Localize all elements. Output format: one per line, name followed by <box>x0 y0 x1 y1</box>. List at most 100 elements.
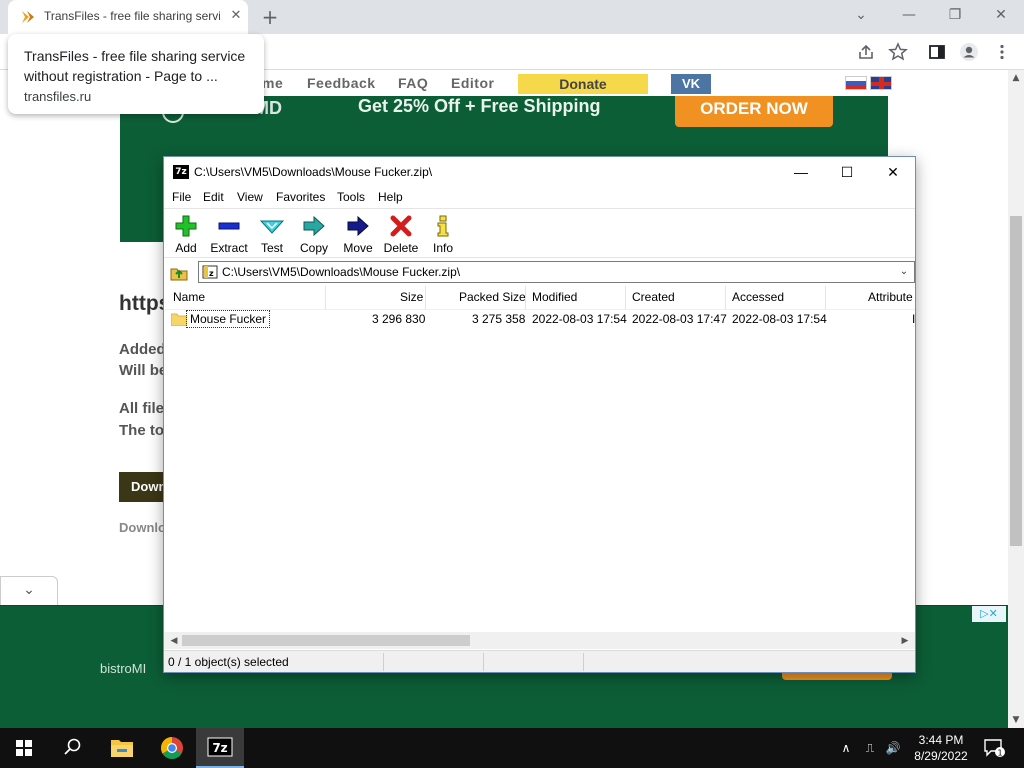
expiry-line: Will be <box>119 362 168 379</box>
menu-edit[interactable]: Edit <box>203 190 224 204</box>
row-name[interactable]: Mouse Fucker <box>186 310 271 328</box>
english-flag-icon[interactable] <box>870 76 892 90</box>
table-row[interactable]: Mouse Fucker 3 296 830 3 275 358 2022-08… <box>164 310 915 329</box>
sevenzip-menubar: File Edit View Favorites Tools Help <box>164 188 915 208</box>
delete-button[interactable]: Delete <box>382 212 420 256</box>
taskbar-clock[interactable]: 3:44 PM 8/29/2022 <box>906 732 976 764</box>
nav-link-faq[interactable]: FAQ <box>398 75 428 91</box>
sevenzip-window: 7z C:\Users\VM5\Downloads\Mouse Fucker.z… <box>163 156 916 673</box>
copy-button[interactable]: Copy <box>298 212 330 256</box>
browser-menu-icon[interactable] <box>992 42 1012 62</box>
taskbar-file-explorer[interactable] <box>98 728 146 768</box>
taskbar-7zip[interactable]: 7z <box>196 728 244 768</box>
scrollbar-thumb[interactable] <box>1010 216 1022 546</box>
notification-center-button[interactable]: 1 <box>982 738 1006 758</box>
scroll-left-icon[interactable]: ◀ <box>166 632 182 649</box>
taskbar-chrome[interactable] <box>148 728 196 768</box>
column-size[interactable]: Size <box>400 290 423 304</box>
move-label: Move <box>343 241 373 255</box>
selection-status: 0 / 1 object(s) selected <box>168 655 289 669</box>
column-attributes[interactable]: Attribute <box>868 290 913 304</box>
ad-order-now-button[interactable]: ORDER NOW <box>675 96 833 127</box>
network-icon[interactable]: ⎍ <box>862 740 878 756</box>
side-panel-icon[interactable] <box>927 42 947 62</box>
ad-choices-icon[interactable]: ▷✕ <box>972 606 1006 622</box>
menu-tools[interactable]: Tools <box>337 190 365 204</box>
tab-search-icon[interactable]: ⌄ <box>838 0 884 30</box>
row-modified: 2022-08-03 17:54 <box>532 312 627 326</box>
test-check-icon <box>260 220 284 234</box>
extract-button[interactable]: Extract <box>208 212 250 256</box>
nav-link-feedback[interactable]: Feedback <box>307 75 376 91</box>
all-files-line: All file <box>119 400 165 417</box>
tab-close-icon[interactable]: ✕ <box>228 8 244 24</box>
file-list-header: Name Size Packed Size Modified Created A… <box>164 286 915 310</box>
address-bar[interactable]: z C:\Users\VM5\Downloads\Mouse Fucker.zi… <box>198 261 915 283</box>
chrome-icon <box>161 737 183 759</box>
browser-tab-transfiles[interactable]: TransFiles - free file sharing servi ✕ <box>8 0 248 34</box>
file-list[interactable]: Name Size Packed Size Modified Created A… <box>164 286 915 632</box>
tray-overflow-icon[interactable]: ∧ <box>838 740 854 756</box>
clock-time: 3:44 PM <box>918 733 964 747</box>
status-divider <box>383 653 384 671</box>
sevenzip-window-title: C:\Users\VM5\Downloads\Mouse Fucker.zip\ <box>194 165 433 179</box>
total-line: The to <box>119 422 164 439</box>
file-list-horizontal-scrollbar[interactable]: ◀ ▶ <box>164 632 915 649</box>
nav-link-home[interactable]: me <box>262 75 283 91</box>
address-path: C:\Users\VM5\Downloads\Mouse Fucker.zip\ <box>222 265 461 279</box>
browser-minimize-button[interactable]: — <box>886 0 932 30</box>
column-name[interactable]: Name <box>173 290 205 304</box>
added-line: Added <box>119 341 166 358</box>
column-divider <box>525 286 526 310</box>
donate-button[interactable]: Donate <box>518 74 648 94</box>
menu-help[interactable]: Help <box>378 190 403 204</box>
bookmark-star-icon[interactable] <box>888 42 908 62</box>
move-button[interactable]: Move <box>341 212 375 256</box>
test-button[interactable]: Test <box>258 212 286 256</box>
column-modified[interactable]: Modified <box>532 290 577 304</box>
collapse-ad-button[interactable]: ⌄ <box>0 576 58 606</box>
row-size: 3 296 830 <box>372 312 426 326</box>
taskbar-search-button[interactable] <box>48 728 96 768</box>
vk-button[interactable]: VK <box>671 74 711 94</box>
browser-restore-button[interactable]: ❐ <box>932 0 978 30</box>
scroll-down-icon[interactable]: ▼ <box>1008 712 1024 728</box>
menu-view[interactable]: View <box>237 190 263 204</box>
copy-arrow-icon <box>303 215 325 237</box>
menu-file[interactable]: File <box>172 190 191 204</box>
info-button[interactable]: Info <box>430 212 456 256</box>
add-button[interactable]: Add <box>172 212 200 256</box>
status-divider <box>583 653 584 671</box>
volume-icon[interactable]: 🔊 <box>885 740 901 756</box>
menu-favorites[interactable]: Favorites <box>276 190 325 204</box>
tab-hover-card: TransFiles - free file sharing service w… <box>8 34 264 114</box>
ad-offer-text: Get 25% Off + Free Shipping <box>358 96 601 116</box>
column-packed-size[interactable]: Packed Size <box>459 290 526 304</box>
russian-flag-icon[interactable] <box>845 76 867 90</box>
file-explorer-icon <box>111 740 133 757</box>
profile-avatar-icon[interactable] <box>959 42 979 62</box>
sevenzip-titlebar[interactable]: 7z C:\Users\VM5\Downloads\Mouse Fucker.z… <box>164 157 915 188</box>
nav-link-editor[interactable]: Editor <box>451 75 494 91</box>
page-vertical-scrollbar[interactable]: ▲ ▼ <box>1008 70 1024 728</box>
folder-up-icon[interactable] <box>170 263 188 281</box>
address-dropdown-icon[interactable]: ⌄ <box>897 264 911 280</box>
sevenzip-minimize-button[interactable]: — <box>778 157 824 187</box>
folder-icon <box>171 313 187 326</box>
scroll-up-icon[interactable]: ▲ <box>1008 70 1024 86</box>
sevenzip-address-row: z C:\Users\VM5\Downloads\Mouse Fucker.zi… <box>164 259 915 285</box>
horizontal-scrollbar-thumb[interactable] <box>182 635 470 646</box>
column-accessed[interactable]: Accessed <box>732 290 784 304</box>
scroll-right-icon[interactable]: ▶ <box>897 632 913 649</box>
new-tab-button[interactable]: + <box>258 6 282 28</box>
sevenzip-toolbar: Add Extract Test Copy Move Delete Info <box>164 208 915 258</box>
start-button[interactable] <box>0 728 48 768</box>
sevenzip-status-bar: 0 / 1 object(s) selected <box>164 650 915 672</box>
search-icon <box>64 738 81 755</box>
sevenzip-maximize-button[interactable]: ☐ <box>824 157 870 187</box>
sevenzip-close-button[interactable]: ✕ <box>870 157 916 187</box>
column-created[interactable]: Created <box>632 290 675 304</box>
sevenzip-app-icon: 7z <box>173 165 189 179</box>
browser-close-button[interactable]: ✕ <box>978 0 1024 30</box>
share-icon[interactable] <box>856 42 876 62</box>
